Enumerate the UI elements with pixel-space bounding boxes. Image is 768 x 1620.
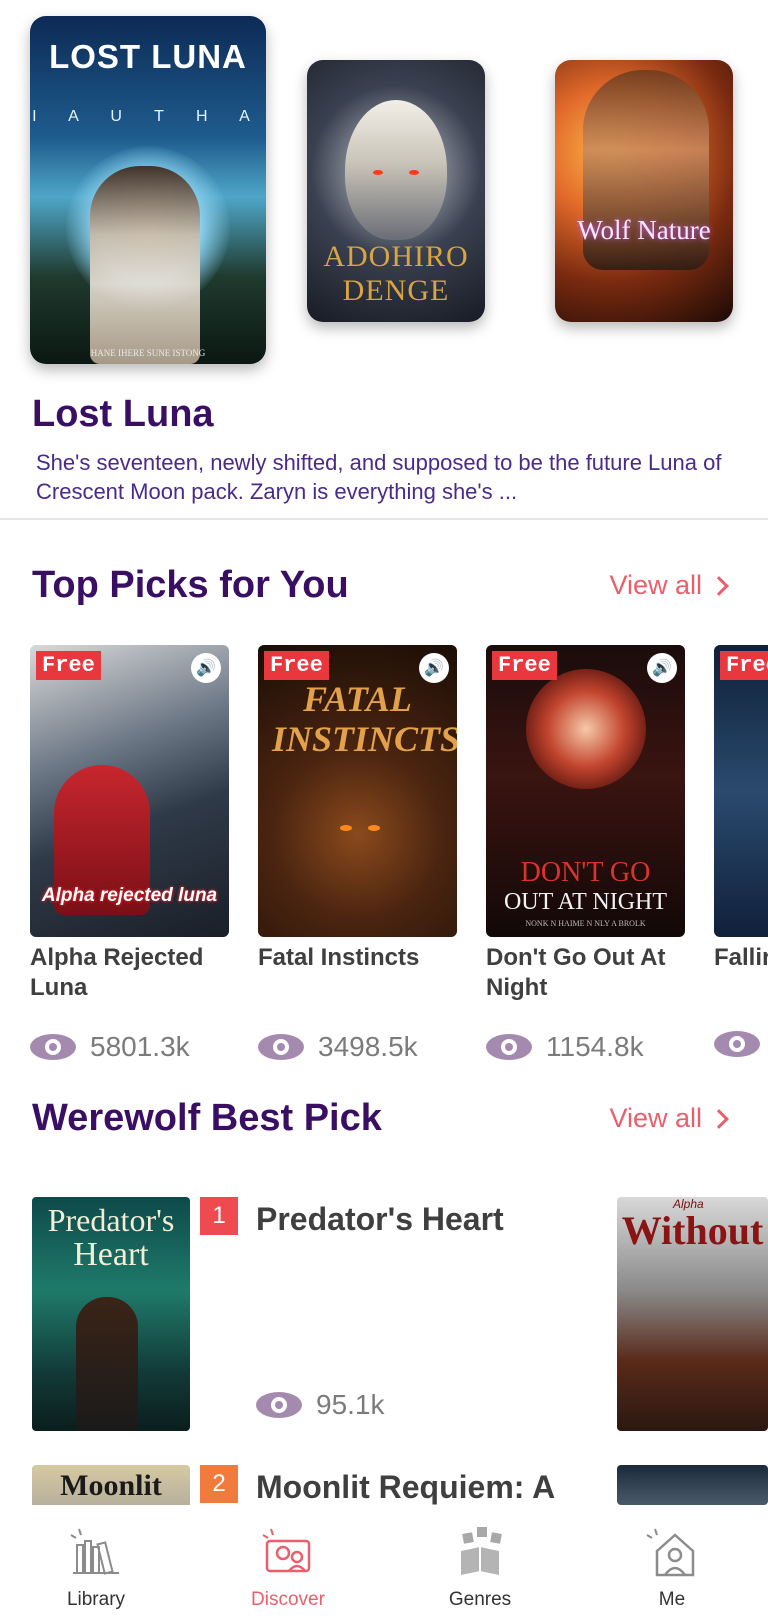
view-count-value: 95.1k	[316, 1389, 385, 1420]
cover-text: DON'T GO	[520, 857, 651, 888]
home-profile-icon	[646, 1528, 695, 1577]
book-title: Fallir My B	[714, 944, 768, 971]
discover-icon	[262, 1528, 311, 1573]
cover-text: Heart	[73, 1236, 149, 1273]
wolf-eye-right	[409, 170, 419, 175]
cover-text: Alpha rejected luna	[41, 885, 218, 906]
werewolf-view-all-link[interactable]: View all	[609, 1103, 729, 1134]
wolf-eye	[340, 825, 352, 831]
nav-label: Discover	[251, 1589, 325, 1610]
free-badge: Free	[36, 651, 101, 680]
cover-tagline: HANE IHERE SUNE ISTONG	[90, 348, 206, 358]
wolf-eye-left	[373, 170, 383, 175]
eye-icon	[30, 1034, 76, 1060]
cover-text: Moonlit	[60, 1469, 162, 1502]
book-cover[interactable]: Free 🔊 DON'T GO OUT AT NIGHT NONK N HAIM…	[486, 645, 685, 937]
view-count-value: 5801.3k	[90, 1031, 190, 1062]
book-cover[interactable]: Moonlit	[32, 1465, 190, 1505]
audio-icon: 🔊	[191, 653, 221, 683]
book-title: Moonlit Requiem: A	[256, 1469, 556, 1505]
cover-title: Wolf Nature	[577, 215, 711, 245]
book-card[interactable]: Free 🔊 FATAL INSTINCTS Fatal Instincts 3…	[258, 645, 457, 1063]
free-badge: Free	[720, 651, 768, 680]
nav-library[interactable]: Library	[0, 1505, 192, 1620]
top-picks-title: Top Picks for You	[32, 564, 349, 606]
rank-badge: 1	[200, 1197, 238, 1235]
view-count: 5801.3k	[30, 1031, 229, 1063]
wolf-illustration	[345, 100, 447, 240]
bottom-navigation: Library Discover Genres Me	[0, 1505, 768, 1620]
hero-cover-wolf[interactable]: ADOHIRO DENGE	[307, 60, 485, 322]
book-title: Don't Go Out At Night	[486, 944, 666, 1001]
book-cover[interactable]: Free	[714, 645, 768, 937]
view-count: 95.1k	[256, 1389, 385, 1421]
view-count: 1154.8k	[486, 1031, 685, 1063]
audio-icon: 🔊	[647, 653, 677, 683]
blood-moon	[526, 669, 646, 789]
library-icon	[70, 1528, 119, 1575]
side-book-cover[interactable]	[617, 1465, 768, 1505]
view-count: 3498.5k	[258, 1031, 457, 1063]
eye-icon	[714, 1031, 760, 1057]
cover-title: LOST LUNA	[49, 38, 247, 75]
cover-figure	[90, 166, 200, 364]
view-count-value: 3498.5k	[318, 1031, 418, 1062]
cover-text: Predator's	[47, 1202, 175, 1238]
hero-cover-lost-luna[interactable]: LOST LUNA I A U T H A HANE IHERE SUNE IS…	[30, 16, 266, 364]
book-card[interactable]: Free 🔊 Alpha rejected luna Alpha Rejecte…	[30, 645, 229, 1063]
free-badge: Free	[492, 651, 557, 680]
book-title: Alpha Rejected Luna	[30, 944, 204, 1001]
book-title: Predator's Heart	[256, 1201, 504, 1237]
cover-text: OUT AT NIGHT	[503, 889, 668, 915]
book-cover[interactable]: Free 🔊 Alpha rejected luna	[30, 645, 229, 937]
chevron-right-icon	[709, 575, 729, 596]
genres-icon	[461, 1527, 502, 1575]
view-count	[714, 1031, 768, 1057]
featured-title[interactable]: Lost Luna	[32, 393, 214, 436]
nav-discover[interactable]: Discover	[192, 1505, 384, 1620]
cover-text: NONK N HAIME N NLY A BROLK	[525, 919, 646, 928]
book-title: Fatal Instincts	[258, 944, 420, 971]
cover-author: I A U T H A	[32, 108, 264, 125]
view-all-label: View all	[609, 570, 702, 600]
book-cover[interactable]: Predator's Heart	[32, 1197, 190, 1431]
cover-title: ADOHIRO DENGE	[323, 240, 469, 307]
nav-label: Genres	[448, 1589, 512, 1610]
side-book-cover[interactable]: Alpha Without	[617, 1197, 768, 1431]
cover-text: FATAL INSTINCTS	[272, 679, 457, 759]
werewolf-section-title: Werewolf Best Pick	[32, 1097, 382, 1139]
chevron-right-icon	[709, 1108, 729, 1129]
wolf-eye	[368, 825, 380, 831]
cover-text: Without	[621, 1208, 764, 1253]
eye-icon	[486, 1034, 532, 1060]
hero-cover-wolf-nature[interactable]: Wolf Nature	[555, 60, 733, 322]
nav-label: Me	[658, 1589, 686, 1610]
book-cover[interactable]: Free 🔊 FATAL INSTINCTS	[258, 645, 457, 937]
featured-description: She's seventeen, newly shifted, and supp…	[36, 450, 722, 504]
eye-icon	[256, 1392, 302, 1418]
view-all-label: View all	[609, 1103, 702, 1133]
eye-icon	[258, 1034, 304, 1060]
cover-figure	[76, 1297, 138, 1431]
nav-label: Library	[66, 1589, 126, 1610]
hero-carousel[interactable]: LOST LUNA I A U T H A HANE IHERE SUNE IS…	[0, 0, 768, 520]
top-picks-view-all-link[interactable]: View all	[609, 570, 729, 601]
nav-me[interactable]: Me	[576, 1505, 768, 1620]
book-card[interactable]: Free 🔊 DON'T GO OUT AT NIGHT NONK N HAIM…	[486, 645, 685, 1063]
book-card[interactable]: Free Fallir My B	[714, 645, 768, 1057]
nav-genres[interactable]: Genres	[384, 1505, 576, 1620]
rank-badge: 2	[200, 1465, 238, 1503]
view-count-value: 1154.8k	[546, 1031, 644, 1062]
free-badge: Free	[264, 651, 329, 680]
